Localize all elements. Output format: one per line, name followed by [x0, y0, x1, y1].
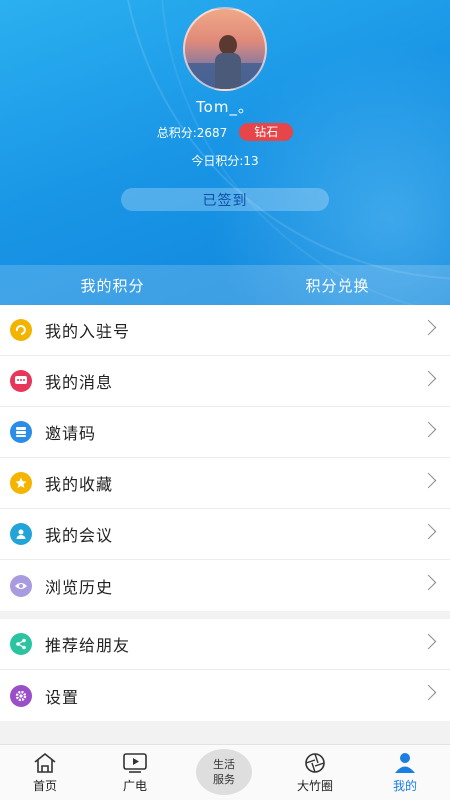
menu-item-messages[interactable]: 我的消息 — [0, 356, 450, 407]
profile-header: Tom_。 总积分:2687 钻石 今日积分:13 已签到 我的积分 积分兑换 — [0, 0, 450, 305]
nav-broadcast[interactable]: 广电 — [90, 745, 180, 800]
nav-mine[interactable]: 我的 — [360, 745, 450, 800]
level-badge: 钻石 — [239, 123, 294, 141]
tab-my-points[interactable]: 我的积分 — [0, 265, 225, 305]
share-icon — [10, 633, 32, 655]
menu-item-history[interactable]: 浏览历史 — [0, 560, 450, 611]
nav-service-line1: 生活 — [213, 758, 235, 771]
people-icon — [10, 523, 32, 545]
today-points: 今日积分:13 — [191, 154, 259, 168]
sign-in-button[interactable]: 已签到 — [121, 188, 329, 211]
menu-item-my-account[interactable]: 我的入驻号 — [0, 305, 450, 356]
nav-home[interactable]: 首页 — [0, 745, 90, 800]
arrow-swirl-icon — [10, 319, 32, 341]
chat-icon — [10, 370, 32, 392]
menu-item-label: 设置 — [45, 687, 80, 707]
menu-item-label: 推荐给朋友 — [45, 636, 131, 655]
chevron-right-icon — [420, 684, 437, 701]
chevron-right-icon — [420, 574, 437, 591]
nav-circle[interactable]: 大竹圈 — [270, 745, 360, 800]
nav-life-service[interactable]: 生活 服务 — [196, 749, 252, 795]
nav-mine-label: 我的 — [392, 779, 417, 793]
total-points: 总积分:2687 — [156, 125, 228, 140]
points-tabs: 我的积分 积分兑换 — [0, 265, 450, 305]
user-icon — [395, 753, 415, 773]
menu-item-meetings[interactable]: 我的会议 — [0, 509, 450, 560]
tab-points-exchange[interactable]: 积分兑换 — [225, 265, 450, 305]
chevron-right-icon — [420, 472, 437, 489]
aperture-icon — [305, 753, 325, 773]
layers-icon — [10, 421, 32, 443]
chevron-right-icon — [420, 370, 437, 387]
gear-icon — [10, 684, 32, 707]
menu-list: 我的入驻号 我的消息 邀请码 我的收藏 我的会议 浏览历史 — [0, 305, 450, 611]
menu-item-label: 我的入驻号 — [45, 322, 131, 341]
nav-service-line2: 服务 — [213, 773, 235, 786]
avatar[interactable] — [183, 7, 267, 91]
menu-list-secondary: 推荐给朋友 设置 — [0, 619, 450, 721]
points-row: 总积分:2687 钻石 — [0, 123, 450, 141]
nav-home-label: 首页 — [32, 779, 57, 793]
menu-item-settings[interactable]: 设置 — [0, 670, 450, 721]
eye-icon — [10, 574, 32, 597]
chevron-right-icon — [420, 319, 437, 336]
menu-item-favorites[interactable]: 我的收藏 — [0, 458, 450, 509]
nav-broadcast-label: 广电 — [122, 779, 147, 793]
username: Tom_。 — [196, 98, 254, 116]
menu-item-label: 浏览历史 — [45, 577, 114, 597]
menu-item-label: 我的收藏 — [45, 475, 114, 494]
star-icon — [10, 472, 32, 494]
chevron-right-icon — [420, 523, 437, 540]
menu-item-share[interactable]: 推荐给朋友 — [0, 619, 450, 670]
menu-item-label: 我的消息 — [45, 373, 114, 392]
menu-item-invite-code[interactable]: 邀请码 — [0, 407, 450, 458]
nav-circle-label: 大竹圈 — [296, 779, 333, 793]
menu-item-label: 我的会议 — [45, 526, 114, 545]
menu-item-label: 邀请码 — [45, 424, 97, 443]
tv-icon — [123, 753, 147, 773]
home-icon — [34, 752, 56, 773]
chevron-right-icon — [420, 633, 437, 650]
chevron-right-icon — [420, 421, 437, 438]
